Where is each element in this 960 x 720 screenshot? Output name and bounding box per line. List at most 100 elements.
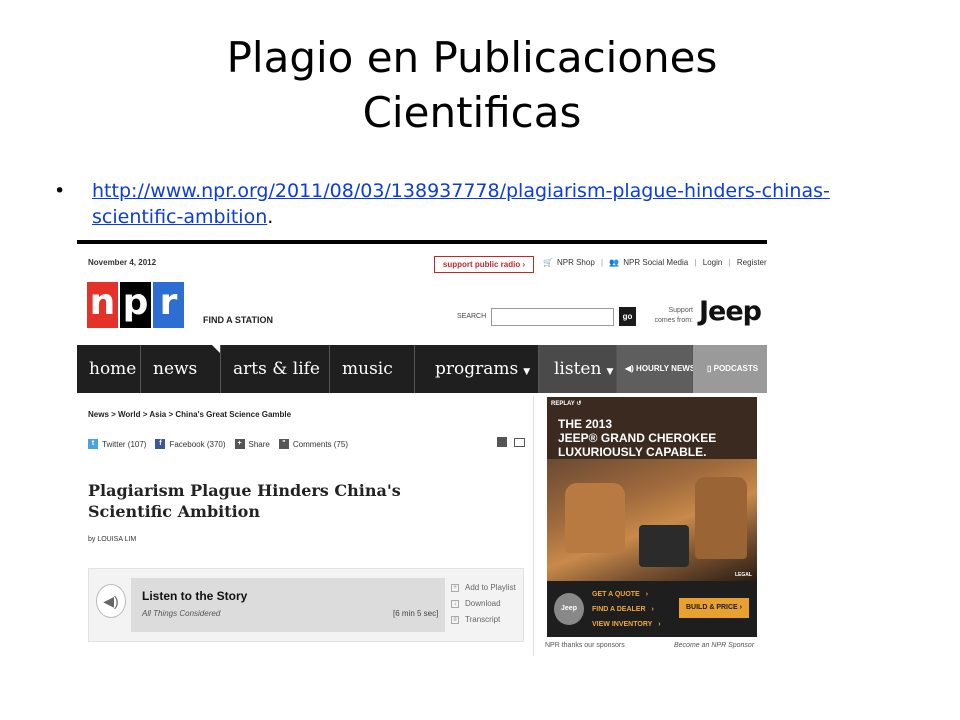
link-separator: | xyxy=(601,258,604,267)
ad-footer: Jeep GET A QUOTE › FIND A DEALER › VIEW IN… xyxy=(547,581,757,637)
play-button[interactable]: ◀) xyxy=(96,584,126,618)
nav-podcasts-label: PODCASTS xyxy=(713,364,759,373)
facebook-share[interactable]: f Facebook (370) xyxy=(155,439,226,449)
email-icon[interactable] xyxy=(514,438,525,447)
nav-arts-life-label: arts & life xyxy=(233,359,320,379)
ad-headline-line1: THE 2013 xyxy=(558,417,613,431)
npr-shop-link[interactable]: NPR Shop xyxy=(557,258,595,267)
document-icon: ≡ xyxy=(451,616,459,624)
download-label: Download xyxy=(465,599,501,608)
cart-icon: 🛒 xyxy=(543,258,553,267)
transcript-label: Transcript xyxy=(465,615,501,624)
bullet-text: http://www.npr.org/2011/08/03/138937778/… xyxy=(92,178,892,230)
plus-icon: + xyxy=(451,584,459,592)
ad-link-dealer-label: FIND A DEALER xyxy=(592,606,646,613)
main-nav: home news arts & life music programs ▼ li… xyxy=(77,345,767,393)
register-link[interactable]: Register xyxy=(737,258,767,267)
ad-link-inventory-label: VIEW INVENTORY xyxy=(592,621,653,628)
ad-links: GET A QUOTE › FIND A DEALER › VIEW INVENTO… xyxy=(592,587,661,632)
share-label: Share xyxy=(248,439,270,449)
bullet-dot-icon: • xyxy=(54,180,66,202)
player-actions: + Add to Playlist ↓ Download ≡ Transcript xyxy=(451,580,516,628)
nav-news-label: news xyxy=(153,359,198,379)
slide-title-line1: Plagio en Publicaciones xyxy=(226,33,718,82)
chevron-right-icon: › xyxy=(651,606,654,613)
download-icon: ↓ xyxy=(451,600,459,608)
nav-music[interactable]: music xyxy=(330,345,415,393)
chevron-right-icon: › xyxy=(658,621,661,628)
nav-news[interactable]: news xyxy=(141,345,221,393)
npr-screenshot: November 4, 2012 support public radio › … xyxy=(77,240,767,656)
comments-label: Comments (75) xyxy=(292,439,348,449)
nav-programs-label: programs xyxy=(435,359,519,379)
build-price-button[interactable]: BUILD & PRICE › xyxy=(679,598,749,618)
sponsor-thanks: NPR thanks our sponsors xyxy=(545,642,625,649)
ad-link-quote[interactable]: GET A QUOTE › xyxy=(592,587,661,602)
npr-logo-n: n xyxy=(87,282,118,328)
share-button[interactable]: + Share xyxy=(234,439,270,449)
nav-arts-life[interactable]: arts & life xyxy=(221,345,330,393)
article-byline: by LOUISA LIM xyxy=(88,536,137,543)
article-link[interactable]: http://www.npr.org/2011/08/03/138937778/… xyxy=(92,180,830,228)
add-to-playlist-button[interactable]: + Add to Playlist xyxy=(451,580,516,596)
plus-icon: + xyxy=(234,439,245,449)
ad-headline: THE 2013 JEEP® GRAND CHEROKEE LUXURIOUSL… xyxy=(558,417,716,459)
comment-icon: " xyxy=(278,439,289,449)
download-button[interactable]: ↓ Download xyxy=(451,596,516,612)
nav-home-label: home xyxy=(89,359,137,379)
people-icon: 👥 xyxy=(609,258,620,267)
column-divider xyxy=(533,396,534,656)
nav-hourly-news-label: HOURLY NEWS xyxy=(636,364,696,373)
support-public-radio-button[interactable]: support public radio › xyxy=(434,256,534,273)
nav-notch-icon xyxy=(212,345,220,353)
nav-home[interactable]: home xyxy=(77,345,141,393)
podcast-icon: ▯ xyxy=(707,364,714,373)
speaker-icon: ◀) xyxy=(625,364,637,373)
ad-link-dealer[interactable]: FIND A DEALER › xyxy=(592,602,661,617)
twitter-share[interactable]: t Twitter (107) xyxy=(88,439,146,449)
nav-listen[interactable]: listen ▼ xyxy=(539,345,617,393)
listen-title[interactable]: Listen to the Story xyxy=(142,589,247,603)
page-date: November 4, 2012 xyxy=(88,258,157,267)
find-station-link[interactable]: FIND A STATION xyxy=(203,315,273,325)
nav-hourly-news[interactable]: ◀) HOURLY NEWS xyxy=(617,345,696,393)
article-headline: Plagiarism Plague Hinders China's Scient… xyxy=(88,481,401,521)
comments-link[interactable]: " Comments (75) xyxy=(278,439,348,449)
speaker-icon: ◀) xyxy=(103,593,119,609)
nav-podcasts[interactable]: ▯ PODCASTS xyxy=(693,345,767,393)
become-sponsor-link[interactable]: Become an NPR Sponsor xyxy=(674,642,754,649)
ad-legal-link[interactable]: LEGAL xyxy=(735,572,752,578)
top-links: 🛒 NPR Shop | 👥 NPR Social Media | Login | … xyxy=(543,258,767,267)
nav-music-label: music xyxy=(342,359,393,379)
ad-link-inventory[interactable]: VIEW INVENTORY › xyxy=(592,617,661,632)
link-separator: | xyxy=(728,258,731,267)
npr-logo-r: r xyxy=(153,282,184,328)
jeep-advertisement[interactable]: REPLAY ↺ THE 2013 JEEP® GRAND CHEROKEE L… xyxy=(547,397,757,637)
print-icon[interactable] xyxy=(497,437,507,447)
add-to-playlist-label: Add to Playlist xyxy=(465,583,516,592)
audio-duration: [6 min 5 sec] xyxy=(393,609,439,618)
twitter-label: Twitter (107) xyxy=(102,439,147,449)
nav-programs[interactable]: programs ▼ xyxy=(415,345,539,393)
search-input[interactable] xyxy=(491,308,614,326)
npr-logo[interactable]: n p r xyxy=(87,282,186,328)
transcript-button[interactable]: ≡ Transcript xyxy=(451,612,516,628)
breadcrumb[interactable]: News > World > Asia > China's Great Scie… xyxy=(88,410,291,419)
nav-listen-label: listen xyxy=(554,359,602,379)
bullet-suffix: . xyxy=(267,206,274,228)
car-console-image xyxy=(639,525,689,567)
article-link-line2: scientific-ambition xyxy=(92,206,268,228)
chevron-right-icon: › xyxy=(645,591,649,598)
slide-title: Plagio en Publicaciones Cientificas xyxy=(0,30,944,140)
chevron-down-icon: ▼ xyxy=(523,367,531,377)
ad-replay-button[interactable]: REPLAY ↺ xyxy=(551,400,581,407)
facebook-label: Facebook (370) xyxy=(169,439,226,449)
article-link-line1: http://www.npr.org/2011/08/03/138937778/… xyxy=(92,180,830,202)
jeep-sponsor-logo[interactable]: Jeep xyxy=(699,296,762,327)
social-media-link[interactable]: NPR Social Media xyxy=(623,258,688,267)
login-link[interactable]: Login xyxy=(703,258,723,267)
car-seat-image xyxy=(565,483,625,553)
search-go-button[interactable]: go xyxy=(619,307,636,326)
ad-link-quote-label: GET A QUOTE xyxy=(592,591,640,598)
social-bar: t Twitter (107) f Facebook (370) + Share " C… xyxy=(88,439,357,449)
